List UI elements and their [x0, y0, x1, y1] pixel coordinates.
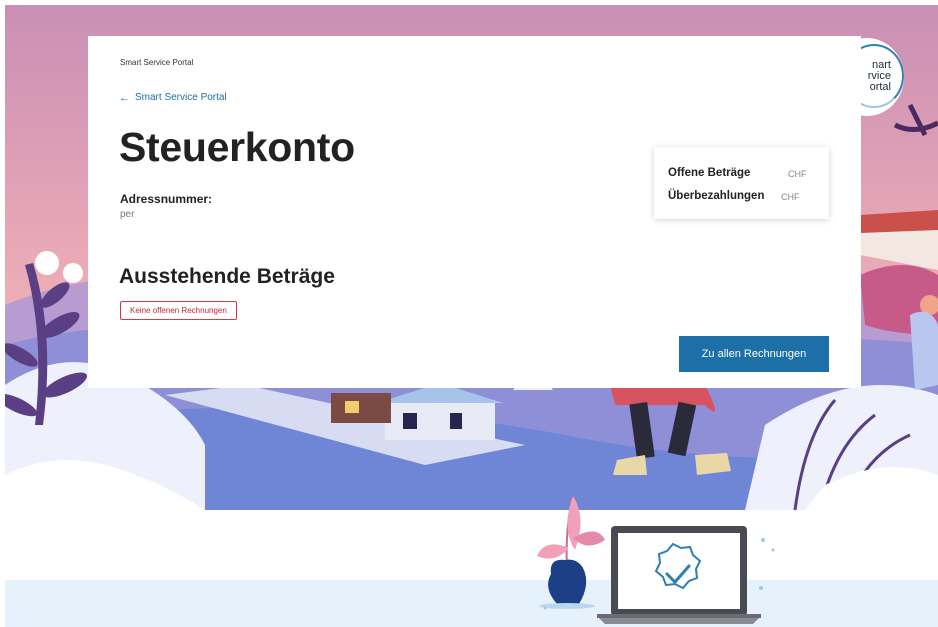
breadcrumb: Smart Service Portal: [120, 58, 194, 67]
lower-band: [5, 580, 938, 627]
all-invoices-button[interactable]: Zu allen Rechnungen: [679, 336, 829, 372]
laptop-icon: [597, 526, 761, 624]
open-amounts-label: Offene Beträge: [668, 167, 751, 179]
overpayments-row: Überbezahlungen CHF: [668, 190, 800, 202]
plant-icon: [537, 495, 605, 609]
overpayments-currency: CHF: [781, 192, 800, 202]
back-arrow-icon: ←: [119, 91, 130, 104]
address-label: Adressnummer:: [120, 192, 213, 206]
balance-summary: Offene Beträge CHF Überbezahlungen CHF: [654, 147, 829, 219]
page-title: Steuerkonto: [119, 124, 355, 170]
open-amounts-currency: CHF: [788, 169, 807, 179]
back-link-label: Smart Service Portal: [135, 92, 227, 103]
account-card: Smart Service Portal ← Smart Service Por…: [88, 36, 861, 388]
address-value: per: [120, 209, 135, 220]
open-amounts-row: Offene Beträge CHF: [668, 167, 807, 179]
no-invoices-badge: Keine offenen Rechnungen: [120, 301, 237, 320]
outstanding-title: Ausstehende Beträge: [119, 265, 335, 288]
back-link[interactable]: ← Smart Service Portal: [119, 92, 227, 103]
laptop-illustration: [537, 495, 775, 624]
overpayments-label: Überbezahlungen: [668, 190, 765, 202]
